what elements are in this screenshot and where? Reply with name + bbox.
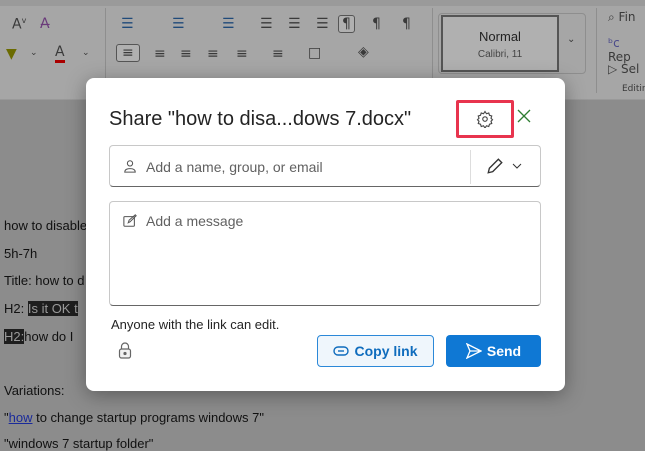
send-button[interactable]: Send bbox=[446, 335, 541, 367]
font-color-icon[interactable]: A bbox=[55, 44, 65, 63]
decrease-indent-icon[interactable]: ☰ bbox=[288, 16, 301, 32]
find-button[interactable]: ⌕ Fin bbox=[608, 10, 636, 25]
checklist-icon[interactable]: ☰ bbox=[260, 16, 273, 32]
align-right-icon[interactable]: ≡ bbox=[180, 46, 192, 62]
replace-icon: ᵇc bbox=[608, 36, 620, 50]
doc-line: H2:how do I bbox=[4, 329, 73, 344]
highlight-icon[interactable]: ▼ bbox=[6, 46, 17, 62]
divider bbox=[470, 150, 471, 184]
change-case-icon[interactable]: Av bbox=[12, 16, 26, 33]
ltr-icon[interactable]: ¶ bbox=[338, 15, 355, 33]
h2-label: H2: bbox=[4, 301, 25, 316]
select-button[interactable]: ▷ Sel bbox=[608, 62, 639, 76]
settings-button[interactable] bbox=[456, 100, 514, 138]
numbering-icon[interactable]: ☰ bbox=[172, 16, 185, 32]
send-icon bbox=[465, 343, 482, 359]
rtl-icon[interactable]: ¶ bbox=[372, 16, 381, 32]
find-label: Fin bbox=[618, 10, 636, 24]
clear-formatting-icon[interactable]: A̶ bbox=[40, 16, 50, 32]
doc-line: "how to change startup programs windows … bbox=[4, 410, 264, 425]
message-placeholder: Add a message bbox=[146, 213, 244, 229]
share-dialog: Share "how to disa...dows 7.docx" Add a … bbox=[86, 78, 565, 391]
group-label-editing: Editin bbox=[622, 84, 645, 94]
send-label: Send bbox=[486, 343, 522, 359]
gear-icon bbox=[476, 110, 494, 128]
pencil-icon bbox=[487, 158, 503, 174]
doc-text: to change startup programs windows 7" bbox=[32, 410, 264, 425]
doc-line: Variations: bbox=[4, 383, 65, 398]
link-icon bbox=[333, 346, 350, 356]
line-spacing-icon[interactable]: ≡ bbox=[236, 46, 248, 62]
copy-link-button[interactable]: Copy link bbox=[317, 335, 434, 367]
show-marks-icon[interactable]: ¶ bbox=[402, 16, 411, 32]
replace-button[interactable]: ᵇc Rep bbox=[608, 36, 645, 64]
chevron-down-icon[interactable]: ⌄ bbox=[567, 34, 575, 45]
link-settings-text: Anyone with the link can edit. bbox=[111, 317, 280, 332]
select-label: Sel bbox=[621, 62, 640, 76]
justify-icon[interactable]: ≡ bbox=[207, 46, 219, 62]
copy-link-label: Copy link bbox=[354, 343, 418, 359]
message-input[interactable]: Add a message bbox=[109, 201, 541, 306]
ribbon-top bbox=[0, 0, 645, 6]
align-center-icon[interactable]: ≡ bbox=[154, 46, 166, 62]
bullets-icon[interactable]: ☰ bbox=[121, 16, 134, 32]
selected-text: Is it OK t bbox=[27, 301, 78, 316]
recipient-placeholder: Add a name, group, or email bbox=[146, 159, 323, 175]
recipient-input[interactable]: Add a name, group, or email bbox=[109, 145, 541, 187]
paragraph-spacing-icon[interactable]: ≡ bbox=[272, 46, 284, 62]
divider bbox=[596, 8, 597, 93]
doc-line: 5h-7h bbox=[4, 246, 38, 261]
close-icon[interactable] bbox=[516, 108, 532, 124]
doc-line: how to disable bbox=[4, 218, 88, 233]
doc-text: how do I bbox=[24, 329, 74, 344]
doc-link[interactable]: how bbox=[9, 410, 33, 425]
borders-icon[interactable]: □ bbox=[308, 45, 321, 61]
style-font: Calibri, 11 bbox=[477, 49, 523, 60]
chevron-down-icon[interactable]: ⌄ bbox=[82, 48, 90, 58]
style-normal[interactable]: Normal Calibri, 11 bbox=[441, 15, 559, 72]
person-icon bbox=[124, 160, 136, 173]
shading-icon[interactable]: ◈ bbox=[358, 44, 369, 60]
compose-icon bbox=[123, 214, 137, 227]
doc-line: "windows 7 startup folder" bbox=[4, 436, 154, 451]
styles-gallery[interactable]: Normal Calibri, 11 ⌄ bbox=[438, 13, 586, 74]
chevron-down-icon[interactable]: ⌄ bbox=[30, 48, 38, 58]
dialog-title: Share "how to disa...dows 7.docx" bbox=[109, 108, 412, 130]
increase-indent-icon[interactable]: ☰ bbox=[316, 16, 329, 32]
chevron-down-icon bbox=[512, 163, 522, 169]
align-left-icon[interactable]: ≡ bbox=[116, 44, 140, 62]
doc-line: Title: how to d bbox=[4, 273, 85, 288]
permission-dropdown[interactable] bbox=[486, 157, 522, 175]
lock-icon[interactable] bbox=[118, 342, 132, 359]
multilevel-list-icon[interactable]: ☰ bbox=[222, 16, 235, 32]
doc-line: H2: Is it OK t bbox=[4, 301, 78, 316]
style-name: Normal bbox=[479, 29, 521, 44]
h2-label: H2: bbox=[4, 329, 25, 344]
